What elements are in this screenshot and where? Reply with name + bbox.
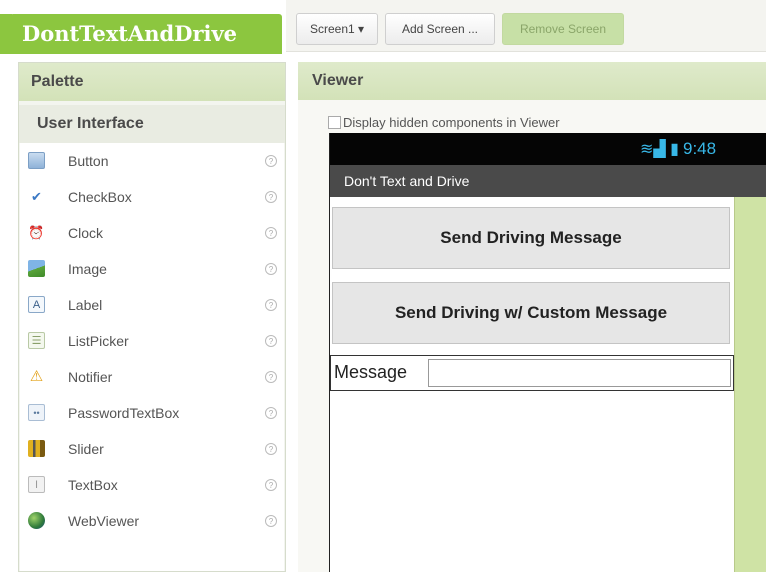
palette-item-label: WebViewer xyxy=(68,513,140,529)
button-icon xyxy=(28,152,45,169)
user-interface-section[interactable]: User Interface xyxy=(19,105,285,143)
help-icon[interactable]: ? xyxy=(265,335,277,347)
palette-item-image[interactable]: Image ? xyxy=(20,251,284,287)
status-icons: ≋▟ ▮ 9:48 xyxy=(640,133,716,165)
viewer-title: Viewer xyxy=(298,62,766,100)
clock-icon: ⏰ xyxy=(28,225,45,240)
display-hidden-label: Display hidden components in Viewer xyxy=(343,115,560,130)
palette-item-label: ListPicker xyxy=(68,333,129,349)
screen-title: Don't Text and Drive xyxy=(330,165,766,197)
phone-preview: ≋▟ ▮ 9:48 Don't Text and Drive Send Drivi… xyxy=(329,133,766,572)
help-icon[interactable]: ? xyxy=(265,263,277,275)
palette-title: Palette xyxy=(19,63,285,101)
help-icon[interactable]: ? xyxy=(265,371,277,383)
add-screen-button[interactable]: Add Screen ... xyxy=(385,13,495,45)
scrollbar[interactable] xyxy=(734,197,766,572)
display-hidden-toggle[interactable]: Display hidden components in Viewer xyxy=(328,114,560,132)
help-icon[interactable]: ? xyxy=(265,443,277,455)
send-custom-message-button[interactable]: Send Driving w/ Custom Message xyxy=(332,282,730,344)
palette-item-label: CheckBox xyxy=(68,189,132,205)
palette-item-label: TextBox xyxy=(68,477,118,493)
remove-screen-button[interactable]: Remove Screen xyxy=(502,13,624,45)
help-icon[interactable]: ? xyxy=(265,227,277,239)
palette-panel: Palette User Interface Button ? ✔ CheckB… xyxy=(18,62,286,572)
toolbar: Screen1 ▾ Add Screen ... Remove Screen xyxy=(286,0,766,52)
send-driving-message-button[interactable]: Send Driving Message xyxy=(332,207,730,269)
help-icon[interactable]: ? xyxy=(265,155,277,167)
screen-select-button[interactable]: Screen1 ▾ xyxy=(296,13,378,45)
palette-item-label: PasswordTextBox xyxy=(68,405,180,421)
palette-item-checkbox[interactable]: ✔ CheckBox ? xyxy=(20,179,284,215)
palette-item-textbox[interactable]: I TextBox ? xyxy=(20,467,284,503)
message-row: Message xyxy=(330,355,734,391)
image-icon xyxy=(28,260,45,277)
status-bar: ≋▟ ▮ 9:48 xyxy=(330,133,766,165)
palette-item-clock[interactable]: ⏰ Clock ? xyxy=(20,215,284,251)
help-icon[interactable]: ? xyxy=(265,191,277,203)
palette-item-slider[interactable]: Slider ? xyxy=(20,431,284,467)
app-title: DontTextAndDrive xyxy=(10,14,282,54)
help-icon[interactable]: ? xyxy=(265,407,277,419)
listpicker-icon: ☰ xyxy=(28,332,45,349)
palette-item-listpicker[interactable]: ☰ ListPicker ? xyxy=(20,323,284,359)
help-icon[interactable]: ? xyxy=(265,479,277,491)
display-hidden-checkbox[interactable] xyxy=(328,116,341,129)
palette-item-label: Button xyxy=(68,153,109,169)
message-label: Message xyxy=(334,362,408,382)
palette-item-label: Image xyxy=(68,261,107,277)
label-icon: A xyxy=(28,296,45,313)
signal-icon: ▟ xyxy=(653,141,666,158)
palette-list: Button ? ✔ CheckBox ? ⏰ Clock ? Image ? … xyxy=(20,143,284,571)
wifi-icon: ≋ xyxy=(640,141,654,158)
palette-item-label: Notifier xyxy=(68,369,113,385)
top-bar: DontTextAndDrive Screen1 ▾ Add Screen ..… xyxy=(0,0,766,54)
battery-icon: ▮ xyxy=(670,141,679,158)
palette-item-button[interactable]: Button ? xyxy=(20,143,284,179)
help-icon[interactable]: ? xyxy=(265,299,277,311)
palette-item-label: Label xyxy=(68,297,103,313)
status-time: 9:48 xyxy=(682,139,717,158)
viewer-panel: Viewer Display hidden components in View… xyxy=(298,62,766,572)
palette-item-passwordtextbox[interactable]: •• PasswordTextBox ? xyxy=(20,395,284,431)
webviewer-icon xyxy=(28,512,45,529)
palette-item-webviewer[interactable]: WebViewer ? xyxy=(20,503,284,539)
palette-item-notifier[interactable]: ⚠ Notifier ? xyxy=(20,359,284,395)
palette-item-label: Slider xyxy=(68,441,104,457)
password-icon: •• xyxy=(28,404,45,421)
palette-item-label: Clock xyxy=(68,225,104,241)
slider-icon xyxy=(28,440,45,457)
checkbox-icon: ✔ xyxy=(31,189,42,204)
palette-item-label[interactable]: A Label ? xyxy=(20,287,284,323)
textbox-icon: I xyxy=(28,476,45,493)
help-icon[interactable]: ? xyxy=(265,515,277,527)
notifier-icon: ⚠ xyxy=(29,368,44,385)
message-input[interactable] xyxy=(428,359,731,387)
